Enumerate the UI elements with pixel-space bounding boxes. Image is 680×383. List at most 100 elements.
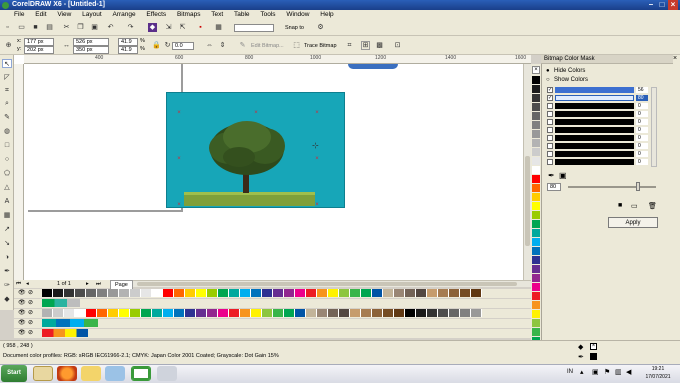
save-icon[interactable]: ■ bbox=[31, 23, 40, 32]
snap-to-button[interactable]: Snap to bbox=[285, 24, 304, 32]
color-swatch[interactable] bbox=[185, 289, 196, 297]
mask-color-swatch[interactable] bbox=[555, 119, 634, 125]
height-field[interactable]: 350 px bbox=[73, 46, 109, 54]
mask-color-swatch[interactable] bbox=[555, 103, 634, 109]
color-swatch[interactable] bbox=[306, 309, 317, 317]
options-icon[interactable]: ⚙ bbox=[316, 23, 325, 32]
mask-color-swatch[interactable] bbox=[555, 151, 634, 157]
color-swatch[interactable] bbox=[532, 292, 540, 300]
zoom-tool-icon[interactable]: ⌕ bbox=[2, 99, 12, 108]
color-swatch[interactable] bbox=[532, 319, 540, 327]
color-swatch[interactable] bbox=[152, 289, 163, 297]
color-swatch[interactable] bbox=[218, 289, 229, 297]
color-swatch[interactable] bbox=[532, 256, 540, 264]
color-swatch[interactable] bbox=[471, 309, 482, 317]
color-swatch[interactable] bbox=[532, 274, 540, 282]
color-swatch[interactable] bbox=[218, 309, 229, 317]
color-swatch[interactable] bbox=[372, 309, 383, 317]
color-swatch[interactable] bbox=[449, 289, 460, 297]
bitmap-color-mask-icon[interactable]: ▩ bbox=[375, 41, 384, 50]
color-swatch[interactable] bbox=[306, 289, 317, 297]
mirror-horizontal-icon[interactable]: ⇔ bbox=[205, 41, 214, 50]
edit-bitmap-button[interactable]: Edit Bitmap... bbox=[251, 42, 284, 50]
palette-visibility-icon[interactable]: 👁 bbox=[18, 299, 26, 306]
crop-bitmap-icon[interactable]: ⌗ bbox=[345, 41, 354, 50]
palette-visibility-icon[interactable]: 👁 bbox=[18, 309, 26, 316]
maximize-icon[interactable]: □ bbox=[657, 0, 667, 10]
mask-color-row[interactable]: 0 bbox=[547, 127, 661, 134]
mask-row-checkbox[interactable] bbox=[547, 135, 553, 141]
freehand-tool-icon[interactable]: ✎ bbox=[2, 113, 12, 122]
color-swatch[interactable] bbox=[108, 289, 119, 297]
selected-bitmap[interactable]: × × × × × × × ⊹ bbox=[166, 92, 345, 208]
color-swatch[interactable] bbox=[328, 289, 339, 297]
color-selector-eyedropper-icon[interactable]: ✒ bbox=[548, 171, 555, 180]
color-swatch[interactable] bbox=[532, 247, 540, 255]
publish-pdf-icon[interactable]: ▪ bbox=[196, 23, 205, 32]
basic-shapes-icon[interactable]: △ bbox=[2, 183, 12, 192]
app-taskbar-icon[interactable] bbox=[105, 366, 125, 381]
mask-color-swatch[interactable] bbox=[555, 87, 634, 93]
color-swatch[interactable] bbox=[317, 289, 328, 297]
color-swatch[interactable] bbox=[532, 220, 540, 228]
palette-visibility-icon[interactable]: 👁 bbox=[18, 329, 26, 336]
menu-view[interactable]: View bbox=[57, 10, 71, 20]
mask-color-swatch[interactable] bbox=[555, 127, 634, 133]
palette-swatches[interactable] bbox=[42, 289, 482, 297]
color-swatch[interactable] bbox=[449, 309, 460, 317]
mask-row-checkbox[interactable]: ✓ bbox=[547, 95, 553, 101]
link-bitmap-icon[interactable]: ⊡ bbox=[393, 41, 402, 50]
scale-x-field[interactable]: 41.9 bbox=[118, 38, 138, 46]
color-swatch[interactable] bbox=[438, 309, 449, 317]
palette-swatches[interactable] bbox=[42, 299, 80, 307]
open-mask-icon[interactable]: ▭ bbox=[631, 202, 638, 210]
docker-close-icon[interactable]: × bbox=[673, 55, 677, 62]
print-icon[interactable]: ▤ bbox=[45, 23, 54, 32]
menu-layout[interactable]: Layout bbox=[82, 10, 102, 20]
table-tool-icon[interactable]: ▦ bbox=[2, 211, 12, 220]
menu-bitmaps[interactable]: Bitmaps bbox=[177, 10, 200, 20]
redo-icon[interactable]: ↷ bbox=[126, 23, 135, 32]
mask-color-swatch[interactable] bbox=[555, 111, 634, 117]
rotation-center-icon[interactable]: ⊹ bbox=[312, 141, 319, 150]
horizontal-scrollbar[interactable] bbox=[133, 280, 531, 287]
palette-visibility-icon[interactable]: 👁 bbox=[18, 289, 26, 296]
mask-color-row[interactable]: 0 bbox=[547, 143, 661, 150]
color-swatch[interactable] bbox=[295, 289, 306, 297]
color-swatch[interactable] bbox=[207, 289, 218, 297]
color-swatch[interactable] bbox=[361, 309, 372, 317]
copy-icon[interactable]: ❐ bbox=[76, 23, 85, 32]
palette-visibility-icon[interactable]: 👁 bbox=[18, 319, 26, 326]
color-swatch[interactable] bbox=[53, 309, 64, 317]
hide-colors-radio[interactable]: ● bbox=[546, 68, 550, 74]
color-swatch[interactable] bbox=[383, 309, 394, 317]
x-position-field[interactable]: 177 px bbox=[24, 38, 54, 46]
color-swatch[interactable] bbox=[532, 211, 540, 219]
color-swatch[interactable] bbox=[196, 309, 207, 317]
folder-taskbar-icon[interactable] bbox=[81, 366, 101, 381]
color-swatch[interactable] bbox=[427, 309, 438, 317]
color-swatch[interactable] bbox=[262, 289, 273, 297]
color-swatch[interactable] bbox=[86, 289, 97, 297]
menu-help[interactable]: Help bbox=[320, 10, 333, 20]
color-swatch[interactable] bbox=[317, 309, 328, 317]
resample-icon[interactable]: ⊞ bbox=[361, 41, 370, 50]
import-icon[interactable]: ⇲ bbox=[164, 23, 173, 32]
selection-handle[interactable]: × bbox=[315, 202, 319, 207]
color-swatch[interactable] bbox=[532, 130, 540, 138]
network-icon[interactable]: ▥ bbox=[615, 368, 622, 376]
selection-handle[interactable]: × bbox=[177, 202, 181, 207]
mask-color-row[interactable]: 0 bbox=[547, 119, 661, 126]
zoom-level-field[interactable] bbox=[234, 24, 274, 32]
color-swatch[interactable] bbox=[207, 309, 218, 317]
mask-row-checkbox[interactable] bbox=[547, 103, 553, 109]
tray-flag-icon[interactable]: ⚑ bbox=[604, 368, 610, 376]
color-swatch[interactable] bbox=[339, 309, 350, 317]
crop-tool-icon[interactable]: ⌗ bbox=[2, 86, 12, 95]
cut-icon[interactable]: ✂ bbox=[62, 23, 71, 32]
color-swatch[interactable] bbox=[64, 289, 75, 297]
export-icon[interactable]: ⇱ bbox=[178, 23, 187, 32]
palette-lock-icon[interactable]: ⊘ bbox=[28, 299, 33, 306]
volume-icon[interactable]: ◀ bbox=[626, 368, 631, 376]
rotation-field[interactable]: 0.0 bbox=[172, 42, 194, 50]
